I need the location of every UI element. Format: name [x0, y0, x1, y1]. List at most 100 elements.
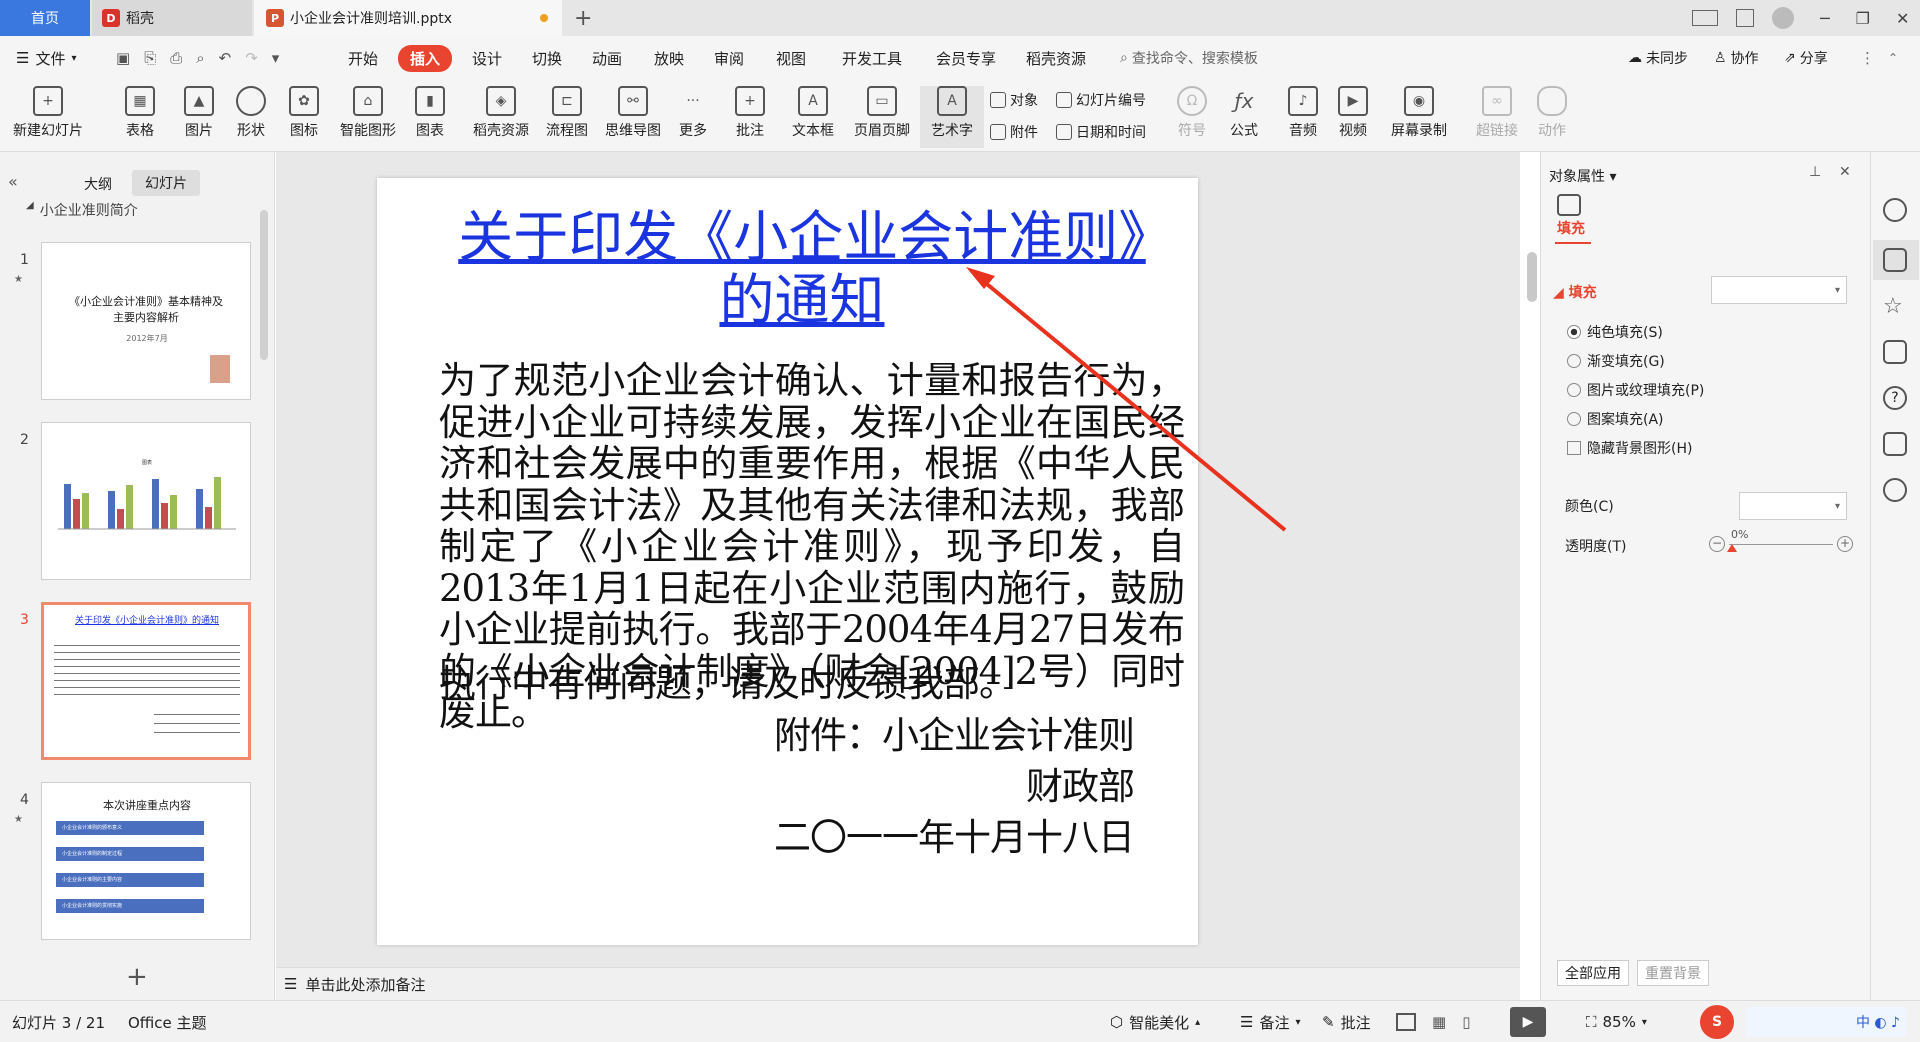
radio-pattern-fill[interactable]: 图案填充(A) [1567, 409, 1664, 429]
slide-org-line[interactable]: 财政部 [1026, 756, 1135, 810]
more-icon[interactable]: ▾ [272, 49, 280, 67]
save-icon[interactable]: ▣ [116, 49, 130, 67]
slider-handle[interactable] [1727, 544, 1737, 552]
table-button[interactable]: ▦ 表格 [112, 86, 168, 148]
help-icon[interactable]: ? [1883, 386, 1907, 410]
pin-icon[interactable]: ⊥ [1809, 164, 1821, 180]
formula-button[interactable]: ƒx 公式 [1218, 86, 1270, 148]
header-footer-button[interactable]: ▭ 页眉页脚 [846, 86, 918, 148]
avatar[interactable] [1772, 7, 1794, 29]
fill-type-dropdown[interactable]: ▾ [1711, 276, 1847, 304]
tab-slideshow[interactable]: 放映 [654, 36, 684, 80]
preview-icon[interactable]: ⌕ [196, 49, 204, 67]
transparency-slider[interactable] [1729, 544, 1833, 545]
tab-transition[interactable]: 切换 [532, 36, 562, 80]
date-time-button[interactable]: 日期和时间 [1056, 122, 1146, 142]
tab-daoke[interactable]: D 稻壳 [92, 0, 252, 36]
tab-design[interactable]: 设计 [472, 36, 502, 80]
hide-background-checkbox[interactable]: 隐藏背景图形(H) [1567, 438, 1692, 458]
notes-bar[interactable]: ☰ 单击此处添加备注 [276, 967, 1520, 1000]
star-icon[interactable]: ☆ [1883, 294, 1907, 319]
screen-record-button[interactable]: ◉ 屏幕录制 [1384, 86, 1454, 148]
tab-insert[interactable]: 插入 [398, 36, 453, 80]
collapse-panel-icon[interactable]: « [8, 172, 18, 191]
slide-number-button[interactable]: 幻灯片编号 [1056, 90, 1146, 110]
slide-date-line[interactable]: 二〇一一年十月十八日 [774, 807, 1135, 861]
tab-slides[interactable]: 幻灯片 [132, 170, 200, 196]
textbox-button[interactable]: A 文本框 [782, 86, 844, 148]
comment-toggle[interactable]: ✎ 批注 [1322, 1001, 1371, 1042]
tab-view[interactable]: 视图 [776, 36, 806, 80]
play-slideshow-button[interactable]: ▶ [1510, 1007, 1546, 1037]
undo-icon[interactable]: ↶ [219, 49, 232, 67]
attachment-button[interactable]: 附件 [990, 122, 1038, 142]
wordart-button[interactable]: A 艺术字 [920, 86, 984, 148]
reset-background-button[interactable]: 重置背景 [1637, 960, 1709, 986]
slide-thumb-2[interactable]: 图表 [41, 422, 251, 580]
grid-view-icon[interactable]: ▦ [1432, 1013, 1446, 1031]
slide-attachment-line[interactable]: 附件：小企业会计准则 [774, 705, 1135, 759]
slide-thumb-1[interactable]: 《小企业会计准则》基本精神及主要内容解析 2012年7月 [41, 242, 251, 400]
normal-view-icon[interactable] [1396, 1013, 1416, 1031]
sync-button[interactable]: ☁ 未同步 [1628, 36, 1688, 80]
share-button[interactable]: ⇗ 分享 [1784, 36, 1828, 80]
tab-member[interactable]: 会员专享 [936, 36, 996, 80]
slide-thumb-4[interactable]: 本次讲座重点内容 小企业会计准则的颁布意义 小企业会计准则的制定过程 小企业会计… [41, 782, 251, 940]
more-options-icon[interactable]: ⋮ [1860, 36, 1875, 80]
panel-title[interactable]: 对象属性 ▾ [1549, 166, 1616, 186]
apps-icon[interactable] [1736, 9, 1754, 27]
collab-button[interactable]: ♙ 协作 [1714, 36, 1759, 80]
new-slide-button[interactable]: + 新建幻灯片 [10, 86, 86, 148]
video-button[interactable]: ▶ 视频 [1328, 86, 1378, 148]
command-search[interactable]: ⌕ 查找命令、搜索模板 [1120, 36, 1258, 80]
layers-icon[interactable] [1883, 340, 1907, 364]
export-icon[interactable]: ⎘ [144, 49, 156, 67]
smart-beautify-button[interactable]: ⬡ 智能美化 ▴ [1110, 1001, 1200, 1042]
color-dropdown[interactable]: ▾ [1739, 492, 1847, 520]
radio-solid-fill[interactable]: 纯色填充(S) [1567, 322, 1663, 342]
collapse-ribbon-icon[interactable]: ⌃ [1888, 36, 1898, 80]
comment-button[interactable]: + 批注 [728, 86, 772, 148]
close-icon[interactable]: ✕ [1896, 9, 1909, 28]
tab-document[interactable]: P 小企业会计准则培训.pptx [254, 0, 562, 36]
action-button[interactable]: 动作 [1524, 86, 1580, 148]
redo-icon[interactable]: ↷ [245, 49, 258, 67]
image-button[interactable]: ▲ 图片 [172, 86, 226, 148]
tab-outline[interactable]: 大纲 [84, 174, 112, 194]
close-icon[interactable]: ✕ [1839, 164, 1851, 180]
daoke-resources-button[interactable]: ◈ 稻壳资源 [466, 86, 536, 148]
tab-review[interactable]: 审阅 [714, 36, 744, 80]
image-settings-icon[interactable] [1883, 432, 1907, 456]
tab-fill[interactable]: 填充 [1557, 218, 1585, 238]
more-button[interactable]: ··· 更多 [666, 86, 720, 148]
maximize-icon[interactable]: ❐ [1856, 9, 1870, 28]
ime-logo-icon[interactable]: S [1700, 1005, 1734, 1039]
shape-button[interactable]: 形状 [224, 86, 278, 148]
zoom-control[interactable]: ⛶ 85% ▾ [1586, 1001, 1647, 1042]
icon-button[interactable]: ✿ 图标 [276, 86, 332, 148]
minimize-icon[interactable]: ─ [1820, 9, 1830, 28]
theme-name[interactable]: Office 主题 [128, 1001, 207, 1042]
chart-button[interactable]: ▮ 图表 [402, 86, 458, 148]
apply-all-button[interactable]: 全部应用 [1557, 960, 1629, 986]
rocket-icon[interactable] [1883, 198, 1907, 222]
flowchart-button[interactable]: ⊏ 流程图 [536, 86, 598, 148]
decrease-icon[interactable]: − [1709, 536, 1725, 552]
fill-section-header[interactable]: ◢ 填充 [1553, 282, 1597, 302]
slide-title[interactable]: 关于印发《小企业会计准则》的通知 [457, 206, 1147, 332]
increase-icon[interactable]: + [1837, 536, 1853, 552]
slide-feedback-line[interactable]: 执行中有何问题，请及时反馈我部。 [439, 653, 1016, 707]
animation-icon[interactable] [1883, 478, 1907, 502]
print-icon[interactable]: ⎙ [170, 49, 182, 67]
hyperlink-button[interactable]: ∞ 超链接 [1466, 86, 1528, 148]
reading-view-icon[interactable]: ▯ [1462, 1013, 1470, 1031]
sliders-icon[interactable] [1883, 248, 1907, 272]
section-header[interactable]: ◢ 小企业准则简介 [26, 200, 138, 220]
audio-button[interactable]: ♪ 音频 [1278, 86, 1328, 148]
tab-home[interactable]: 首页 [0, 0, 90, 36]
radio-gradient-fill[interactable]: 渐变填充(G) [1567, 351, 1665, 371]
tab-start[interactable]: 开始 [348, 36, 378, 80]
new-tab-button[interactable]: + [574, 0, 592, 36]
current-slide[interactable]: 关于印发《小企业会计准则》的通知 为了规范小企业会计确认、计量和报告行为，促进小… [377, 178, 1198, 945]
mindmap-button[interactable]: ⚯ 思维导图 [598, 86, 668, 148]
